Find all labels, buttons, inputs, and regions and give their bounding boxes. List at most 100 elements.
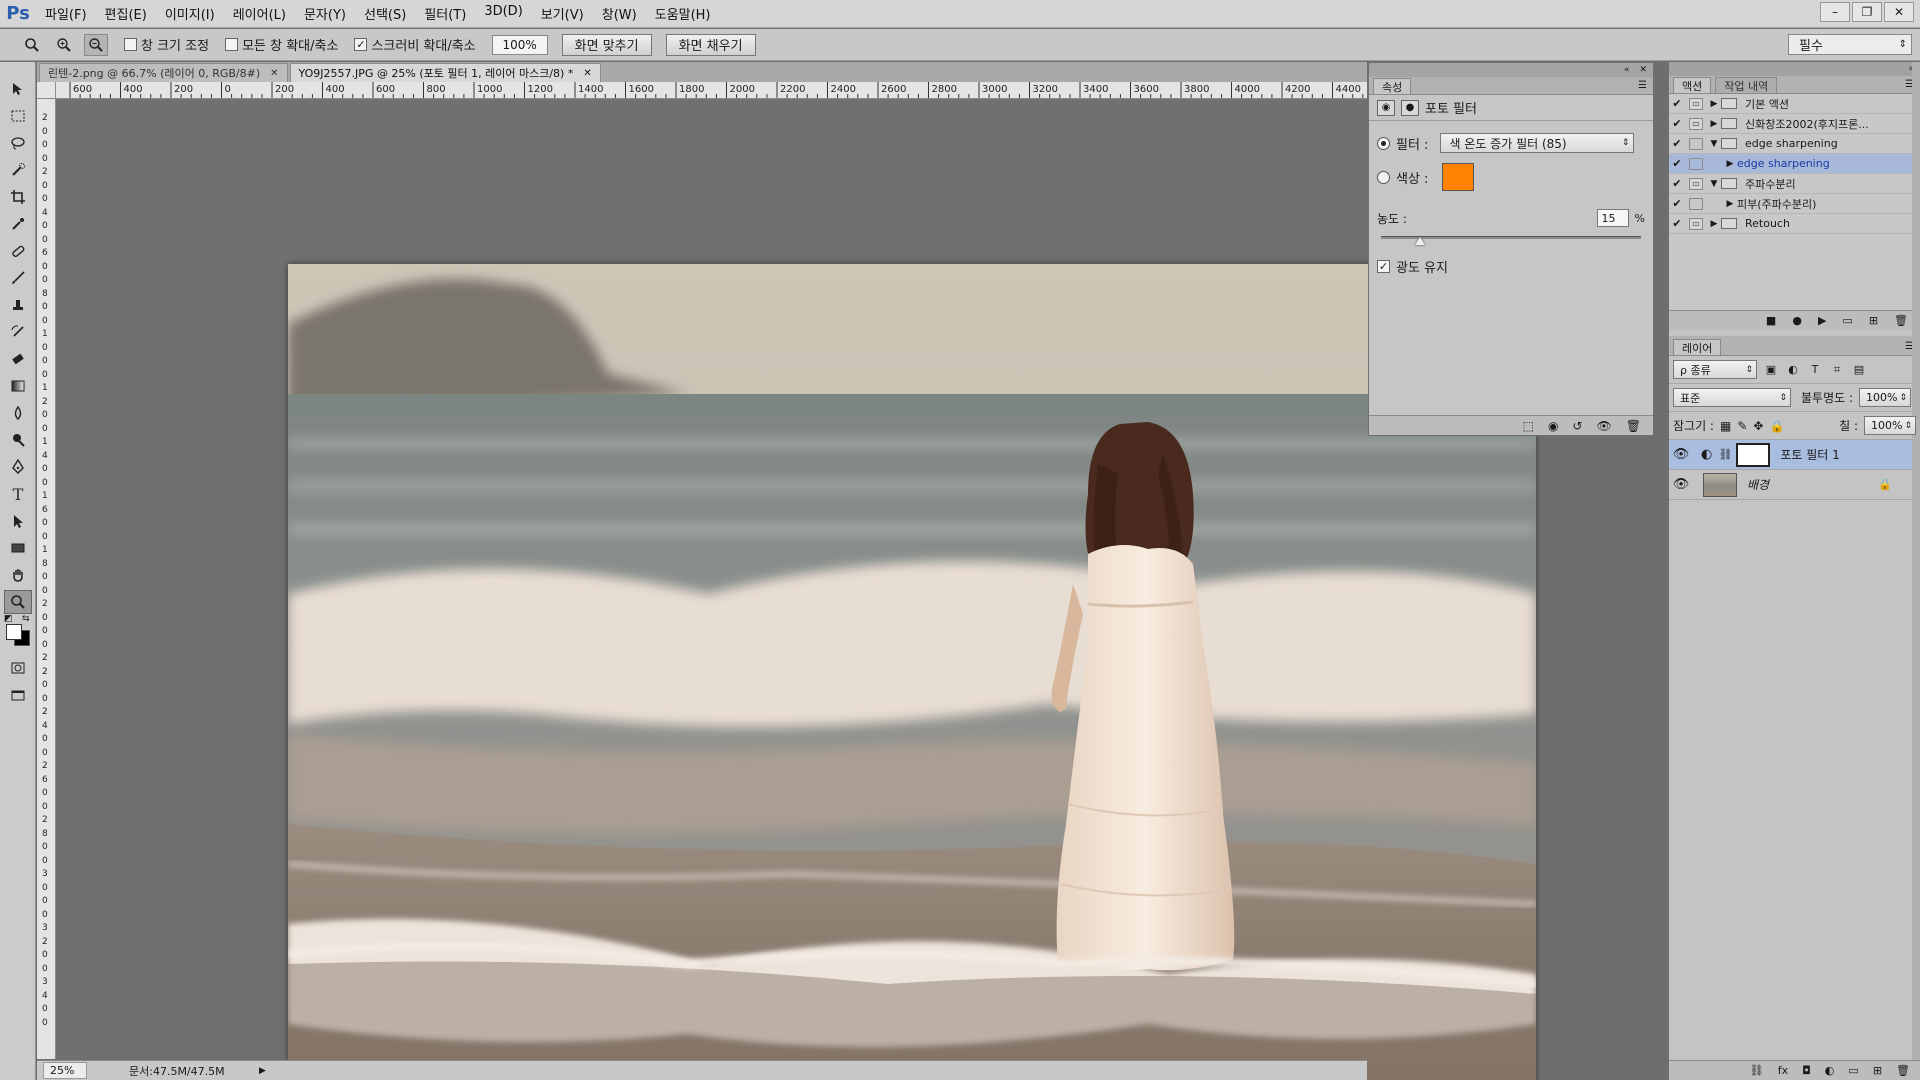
menu-item[interactable]: 도움말(H) [646,4,720,23]
scrubby-zoom-checkbox[interactable]: ✓ 스크러비 확대/축소 [354,35,476,54]
layer-row[interactable]: 👁 배경 🔒 [1669,470,1920,500]
record-icon[interactable]: ● [1792,314,1802,327]
status-zoom-field[interactable]: 25% [43,1062,87,1079]
workspace-select[interactable]: 필수 [1788,34,1912,55]
opacity-field[interactable]: 100% [1859,388,1912,407]
fill-field[interactable]: 100% [1864,416,1916,435]
tab-actions[interactable]: 액션 [1673,77,1712,93]
close-button[interactable]: ✕ [1884,2,1914,22]
gradient-tool-icon[interactable] [4,374,32,398]
zoom-tool-preset-icon[interactable] [20,34,44,56]
marquee-tool-icon[interactable] [4,104,32,128]
pen-tool-icon[interactable] [4,455,32,479]
filter-select[interactable]: 색 온도 증가 필터 (85) [1440,133,1635,153]
fit-window-checkbox[interactable]: 창 크기 조정 [124,35,209,54]
ruler-origin[interactable] [37,82,56,99]
eraser-tool-icon[interactable] [4,347,32,371]
layer-thumbnail[interactable] [1703,472,1737,497]
delete-icon[interactable]: 🗑 [1894,314,1908,327]
adjustment-icon[interactable]: ◉ [1377,99,1395,116]
status-menu-arrow-icon[interactable]: ▶ [259,1066,266,1076]
preserve-luminosity-checkbox[interactable]: ✓ [1377,260,1390,273]
canvas-area[interactable] [56,99,1536,1080]
blur-tool-icon[interactable] [4,401,32,425]
minimize-button[interactable]: – [1820,2,1850,22]
pixel-filter-icon[interactable]: ▣ [1763,362,1779,378]
close-tab-icon[interactable]: ✕ [583,68,591,79]
checkbox-box[interactable] [225,38,239,51]
collapsed-triangle-icon[interactable]: ▶ [1707,99,1721,109]
play-icon[interactable]: ▶ [1818,314,1826,327]
mask-icon[interactable]: ● [1401,99,1419,116]
action-row[interactable]: ✔ ▭ ▼ 주파수분리 [1669,174,1920,194]
lock-pixels-icon[interactable]: ✎ [1737,419,1747,433]
shape-filter-icon[interactable]: ⌗ [1829,362,1845,378]
dialog-toggle-icon[interactable]: ▭ [1689,217,1703,230]
action-toggle-check-icon[interactable]: ✔ [1669,157,1685,170]
menu-item[interactable]: 3D(D) [475,4,531,23]
action-row[interactable]: ✔ ▶ edge sharpening [1669,154,1920,174]
dialog-toggle-icon[interactable] [1689,137,1703,150]
panel-titlebar[interactable]: « ✕ [1369,63,1653,77]
action-row[interactable]: ✔ ▭ ▶ 신화창조2002(후지프론... [1669,114,1920,134]
brush-tool-icon[interactable] [4,266,32,290]
action-row[interactable]: ✔ ▭ ▶ 기본 액션 [1669,94,1920,114]
zoom-percent-field[interactable]: 100% [491,34,548,55]
swap-colors-icon[interactable]: ⇆ [22,614,30,624]
tab-history[interactable]: 작업 내역 [1715,77,1778,93]
slider-thumb[interactable] [1415,237,1425,245]
default-colors-icon[interactable]: ◩ [4,614,13,624]
path-selection-tool-icon[interactable] [4,509,32,533]
tools-grip[interactable] [0,62,35,74]
add-mask-icon[interactable]: ◘ [1802,1064,1811,1077]
color-radio[interactable] [1377,170,1390,184]
menu-item[interactable]: 필터(T) [415,4,475,23]
dialog-toggle-icon[interactable]: ▭ [1689,117,1703,130]
layer-kind-select[interactable]: ρ 종류 [1673,360,1757,379]
collapse-panel-icon[interactable]: « [1624,65,1630,75]
menu-item[interactable]: 파일(F) [36,4,96,23]
menu-item[interactable]: 보기(V) [532,4,593,23]
quick-mask-icon[interactable] [4,656,32,680]
blend-mode-select[interactable]: 표준 [1673,388,1791,407]
dialog-toggle-icon[interactable] [1689,157,1703,170]
zoom-all-windows-checkbox[interactable]: 모든 창 확대/축소 [225,35,338,54]
menu-item[interactable]: 창(W) [593,4,646,23]
hand-tool-icon[interactable] [4,563,32,587]
zoom-out-icon[interactable] [84,33,108,56]
vertical-ruler[interactable]: 2 0 0 0 2 0 0 4 0 0 6 0 0 8 0 0 1 0 0 0 1 2 0 0 1 4 0 0 1 6 0 0 1 8 0 0 2 0 0 0… [37,99,56,1059]
density-slider[interactable] [1381,233,1641,245]
healing-brush-tool-icon[interactable] [4,239,32,263]
crop-tool-icon[interactable] [4,185,32,209]
action-toggle-check-icon[interactable]: ✔ [1669,217,1685,230]
action-toggle-check-icon[interactable]: ✔ [1669,197,1685,210]
panel-menu-icon[interactable]: ☰ [1638,80,1647,91]
color-swatch[interactable] [1442,163,1475,191]
eyedropper-tool-icon[interactable] [4,212,32,236]
menu-item[interactable]: 선택(S) [355,4,415,23]
collapsed-triangle-icon[interactable]: ▶ [1723,159,1737,169]
menu-item[interactable]: 편집(E) [96,4,156,23]
stop-icon[interactable]: ■ [1766,314,1776,327]
rectangle-tool-icon[interactable] [4,536,32,560]
close-tab-icon[interactable]: ✕ [270,68,278,79]
collapsed-triangle-icon[interactable]: ▶ [1723,199,1737,209]
smart-object-filter-icon[interactable]: ▤ [1851,362,1867,378]
visibility-eye-icon[interactable]: 👁 [1669,477,1693,492]
clone-stamp-tool-icon[interactable] [4,293,32,317]
adjustment-filter-icon[interactable]: ◐ [1785,362,1801,378]
view-previous-icon[interactable]: ◉ [1548,419,1558,433]
checkbox-box-checked[interactable]: ✓ [354,38,368,51]
document-tab-1[interactable]: 린텐-2.png @ 66.7% (레이어 0, RGB/8#) ✕ [39,63,288,82]
lock-all-icon[interactable]: 🔒 [1769,419,1784,433]
zoom-in-icon[interactable] [52,34,76,56]
document-photo[interactable] [288,264,1536,1080]
dodge-tool-icon[interactable] [4,428,32,452]
link-layers-icon[interactable]: ⛓ [1750,1064,1764,1077]
dialog-toggle-icon[interactable]: ▭ [1689,97,1703,110]
quick-selection-tool-icon[interactable] [4,158,32,182]
visibility-icon[interactable]: 👁 [1597,419,1612,433]
visibility-eye-icon[interactable]: 👁 [1669,447,1693,462]
layer-mask-thumbnail[interactable] [1736,442,1771,467]
action-row[interactable]: ✔ ▭ ▶ Retouch [1669,214,1920,234]
